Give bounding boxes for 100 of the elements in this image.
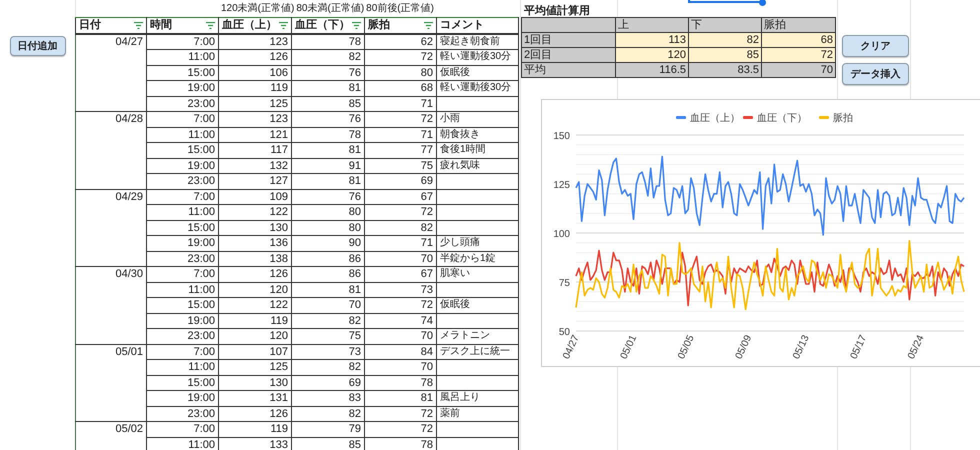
table-cell: 78: [292, 34, 364, 50]
legend-label: 血圧（上）: [690, 113, 740, 124]
table-cell: 107: [218, 344, 292, 360]
y-tick-label: 75: [558, 278, 570, 289]
table-cell: 79: [292, 422, 364, 437]
table-cell: 23:00: [146, 251, 218, 266]
table-cell: 77: [364, 142, 436, 158]
table-cell: 71: [364, 127, 436, 142]
comment-cell: 小雨: [436, 112, 518, 127]
table-cell: 125: [218, 360, 292, 375]
table-cell: 7:00: [146, 34, 218, 50]
table-cell: 15:00: [146, 220, 218, 236]
column-header: 下: [688, 18, 762, 32]
table-cell: 78: [292, 127, 364, 142]
table-cell: 122: [218, 298, 292, 313]
add-date-button[interactable]: 日付追加: [10, 36, 66, 56]
header-label: 血圧（上）: [222, 18, 277, 32]
table-cell: 127: [218, 174, 292, 189]
table-cell: 82: [292, 360, 364, 375]
comment-cell: メラトニン: [436, 328, 518, 344]
result-cell: 116.5: [616, 62, 688, 78]
input-cell[interactable]: 82: [688, 32, 762, 48]
table-cell: 15:00: [146, 298, 218, 313]
table-cell: 7:00: [146, 266, 218, 282]
table-cell: 83: [292, 390, 364, 406]
table-cell: 15:00: [146, 65, 218, 80]
selection-handle[interactable]: [759, 0, 766, 6]
table-cell: 122: [218, 204, 292, 220]
input-cell[interactable]: 85: [688, 48, 762, 62]
table-cell: 126: [218, 406, 292, 422]
table-cell: 121: [218, 127, 292, 142]
table-cell: 90: [292, 236, 364, 251]
row-label: 2回目: [522, 48, 616, 62]
table-cell: 119: [218, 422, 292, 437]
x-tick-label: 05/01: [618, 334, 640, 361]
table-cell: 81: [364, 390, 436, 406]
table-cell: 81: [292, 142, 364, 158]
comment-cell: 肌寒い: [436, 266, 518, 282]
action-button[interactable]: クリア: [842, 35, 909, 57]
table-cell: 76: [292, 189, 364, 204]
table-cell: 123: [218, 34, 292, 50]
input-cell[interactable]: 68: [762, 32, 836, 48]
table-cell: 70: [364, 251, 436, 266]
row-label: 平均: [522, 62, 616, 78]
column-header: 脈拍: [762, 18, 836, 32]
table-cell: 72: [364, 406, 436, 422]
legend-label: 血圧（下）: [757, 113, 807, 124]
table-cell: 70: [292, 298, 364, 313]
table-cell: 11:00: [146, 127, 218, 142]
table-cell: 86: [292, 266, 364, 282]
x-tick-label: 05/17: [848, 334, 870, 361]
input-cell[interactable]: 72: [762, 48, 836, 62]
row-label: 1回目: [522, 32, 616, 48]
table-cell: 23:00: [146, 174, 218, 189]
filter-icon[interactable]: [424, 22, 433, 29]
table-cell: 19:00: [146, 313, 218, 328]
input-cell[interactable]: 120: [616, 48, 688, 62]
comment-cell: デスク上に統一: [436, 344, 518, 360]
table-cell: 82: [364, 220, 436, 236]
table-cell: 67: [364, 189, 436, 204]
filter-icon[interactable]: [352, 22, 361, 29]
table-cell: 75: [292, 328, 364, 344]
table-cell: 11:00: [146, 50, 218, 65]
filter-icon[interactable]: [279, 22, 288, 29]
table-cell: 81: [292, 80, 364, 96]
table-cell: 72: [364, 422, 436, 437]
comment-cell: 風呂上り: [436, 390, 518, 406]
range-note: 120未満(正常値): [221, 3, 294, 15]
date-cell: 04/30: [76, 266, 146, 344]
range-note: 80前後(正常値): [366, 3, 434, 15]
filter-icon[interactable]: [134, 22, 143, 29]
result-cell: 70: [762, 62, 836, 78]
table-cell: 7:00: [146, 344, 218, 360]
table-cell: 125: [218, 96, 292, 112]
action-button[interactable]: データ挿入: [842, 63, 909, 85]
table-cell: 11:00: [146, 360, 218, 375]
date-cell: 04/29: [76, 189, 146, 266]
table-cell: 72: [364, 112, 436, 127]
table-cell: 109: [218, 189, 292, 204]
table-cell: 69: [292, 375, 364, 390]
table-cell: 81: [292, 174, 364, 189]
input-cell[interactable]: 113: [616, 32, 688, 48]
table-cell: 72: [364, 204, 436, 220]
header-label: 脈拍: [368, 18, 390, 32]
table-cell: 15:00: [146, 375, 218, 390]
table-cell: 11:00: [146, 282, 218, 298]
x-tick-label: 05/24: [906, 334, 927, 361]
table-cell: 72: [364, 298, 436, 313]
filter-icon[interactable]: [206, 22, 215, 29]
date-cell: 05/02: [76, 422, 146, 450]
table-cell: 67: [364, 266, 436, 282]
table-cell: 76: [292, 65, 364, 80]
x-tick-label: 05/05: [676, 334, 697, 361]
header-label: 時間: [150, 18, 172, 32]
table-cell: 19:00: [146, 158, 218, 174]
table-cell: 120: [218, 328, 292, 344]
section-title: 平均値計算用: [524, 5, 590, 17]
comment-cell: 軽い運動後30分: [436, 80, 518, 96]
table-cell: 74: [364, 313, 436, 328]
table-cell: 19:00: [146, 390, 218, 406]
